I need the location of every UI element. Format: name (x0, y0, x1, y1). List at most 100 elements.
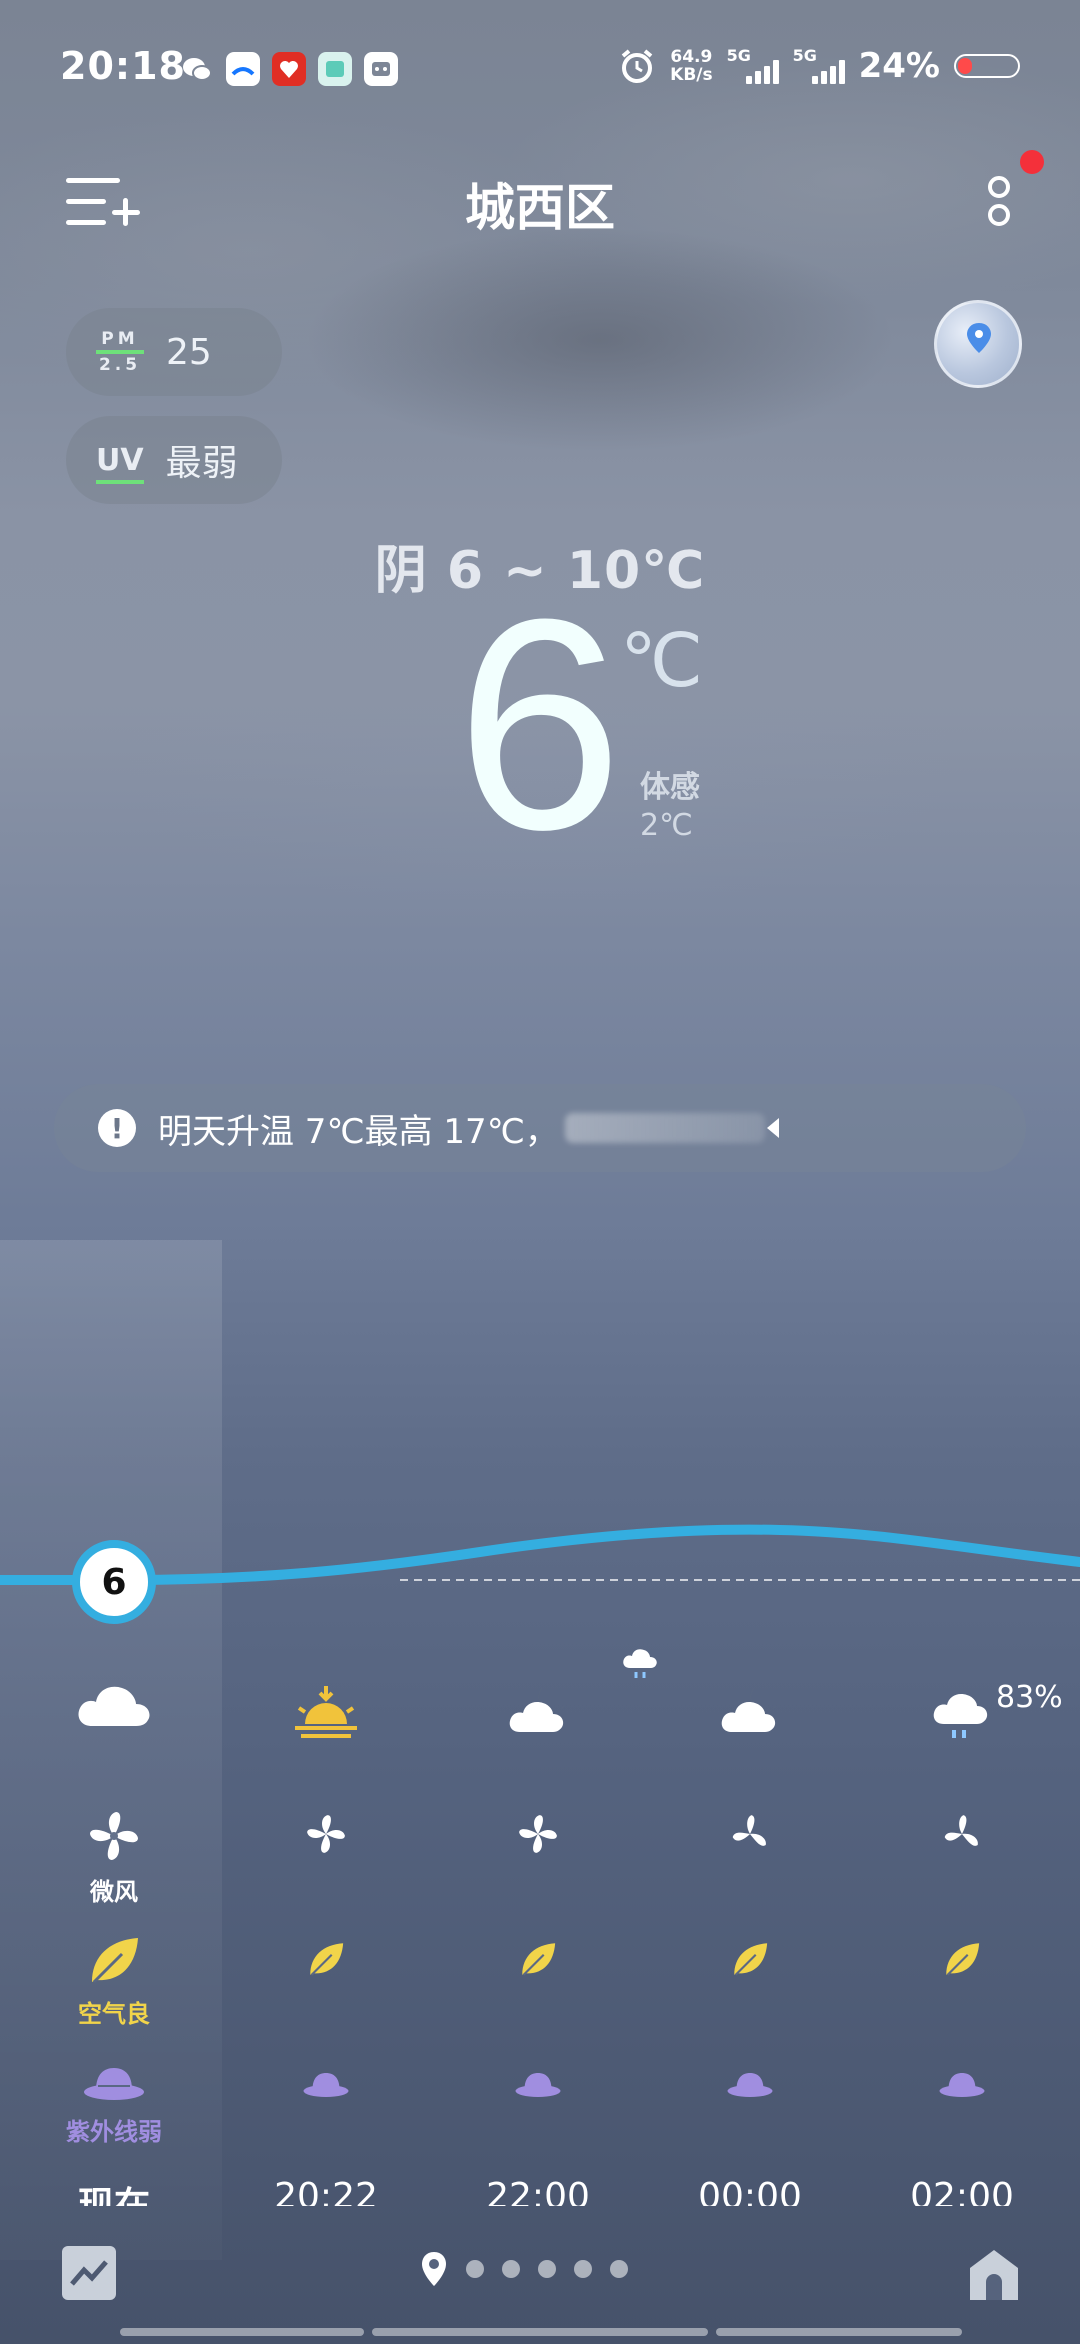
home-button[interactable] (964, 2246, 1024, 2302)
current-temperature: 6 (456, 556, 623, 892)
app-icon-teal (318, 52, 352, 86)
fan-wind-icon (90, 1812, 138, 1860)
hour-weather-2022 (236, 1684, 416, 1744)
more-dot-icon (988, 204, 1010, 226)
leaf-icon (734, 1943, 768, 1976)
alert-text-blurred (564, 1113, 765, 1143)
signal-sim2: 5G (793, 46, 845, 86)
wechat-icon (183, 58, 212, 81)
time-label: 00:00 (698, 2176, 802, 2206)
net-speed-unit: KB/s (670, 65, 713, 85)
home-icon (970, 2250, 1018, 2300)
city-title: 城西区 (465, 179, 615, 237)
uv-label: UV (96, 442, 144, 484)
wind-0200 (872, 1812, 1052, 1860)
wind-now: 微风 (24, 1808, 204, 1907)
pm25-label: PM 2.5 (96, 330, 144, 374)
page-dot[interactable] (502, 2260, 520, 2278)
uv-indicator-bar (96, 479, 144, 484)
hourly-time-row: 现在 20:22 22:00 00:00 02:00 (0, 2176, 1080, 2206)
time-label: 22:00 (486, 2176, 590, 2206)
app-icon-robot (364, 52, 398, 86)
temperature-curve (0, 1524, 1080, 1585)
battery-level (958, 58, 972, 74)
page-dot[interactable] (466, 2260, 484, 2278)
pm-label-bottom: 2.5 (98, 355, 142, 375)
gesture-bar (372, 2328, 708, 2336)
feels-like-label: 体感 (640, 770, 700, 805)
wind-2022 (236, 1812, 416, 1860)
signal-bars-icon (811, 60, 845, 84)
uv-chip[interactable]: UV 最弱 (66, 416, 282, 504)
page-dot[interactable] (538, 2260, 556, 2278)
hour-weather-now (24, 1672, 204, 1736)
sun-hat-icon (727, 2073, 773, 2097)
uv-now: 紫外线弱 (24, 2064, 204, 2147)
signal-bars-icon (745, 60, 779, 84)
leaf-icon (522, 1943, 556, 1976)
wind-0000 (660, 1812, 840, 1860)
pm-indicator-bar (96, 350, 144, 354)
battery-percent: 24% (858, 46, 940, 86)
time-label: 现在 (77, 2185, 150, 2206)
temperature-unit: ℃ (620, 619, 704, 702)
wind-2200 (448, 1812, 628, 1860)
weather-alert-banner[interactable]: ! 明天升温 7℃最高 17℃， (54, 1084, 1026, 1172)
air-quality-label: 空气良 (78, 2000, 150, 2028)
pm25-value: 25 (166, 331, 212, 373)
air-0200 (872, 1940, 1052, 1982)
gesture-bar (716, 2328, 962, 2336)
time-label: 02:00 (910, 2176, 1014, 2206)
location-pin-icon (967, 323, 991, 353)
curve-line (0, 1524, 1080, 1585)
map-button[interactable] (934, 300, 1022, 388)
status-bar: 20:18 64.9 KB/s 5G 5G 24% (0, 0, 1080, 140)
pinduoduo-icon (272, 52, 306, 86)
wind-label: 微风 (90, 1878, 138, 1906)
sun-hat-icon (84, 2068, 144, 2100)
leaf-icon (310, 1943, 344, 1976)
alert-text: 明天升温 7℃最高 17℃， (158, 1111, 559, 1152)
sun-hat-icon (515, 2073, 561, 2097)
air-2022 (236, 1940, 416, 1982)
page-indicator (420, 2250, 628, 2288)
page-dot[interactable] (610, 2260, 628, 2278)
uv-label-text: UV (96, 442, 144, 478)
bottom-bar (0, 2236, 1080, 2344)
rain-cloud-small-icon (623, 1649, 657, 1678)
sunset-icon (295, 1686, 357, 1738)
uv-hour-label: 紫外线弱 (66, 2118, 162, 2146)
air-0000 (660, 1940, 840, 1982)
uv-0200 (872, 2070, 1052, 2104)
fan-wind-icon (732, 1815, 766, 1846)
alipay-icon (226, 52, 260, 86)
leaf-icon (92, 1938, 138, 1984)
sun-hat-icon (939, 2073, 985, 2097)
trend-chart-button[interactable] (62, 2246, 116, 2300)
network-speed: 64.9 KB/s (670, 48, 712, 84)
cloudy-night-icon (721, 1688, 776, 1732)
gesture-bar (120, 2328, 364, 2336)
more-dot-icon (988, 176, 1010, 198)
alert-icon: ! (98, 1109, 136, 1147)
fan-wind-icon (519, 1815, 557, 1853)
more-options-button[interactable] (980, 172, 1020, 232)
page-dot[interactable] (574, 2260, 592, 2278)
pm25-chip[interactable]: PM 2.5 25 (66, 308, 282, 396)
humidity-value: 83% (996, 1680, 1063, 1715)
air-now: 空气良 (24, 1934, 204, 2029)
notification-badge (1020, 150, 1044, 174)
rain-cloud-icon (933, 1694, 988, 1738)
alarm-icon (621, 49, 653, 83)
clock: 20:18 (60, 44, 186, 88)
pm-label-top: PM (101, 329, 139, 349)
uv-0000 (660, 2070, 840, 2104)
net-speed-value: 64.9 (670, 47, 713, 67)
leaf-icon (946, 1943, 980, 1976)
cloudy-night-icon (509, 1688, 564, 1732)
uv-value: 最弱 (165, 443, 238, 484)
uv-2022 (236, 2070, 416, 2104)
play-triangle-icon (766, 1118, 779, 1138)
trend-chart-icon (70, 2260, 108, 2286)
hour-weather-rain-marker (612, 1644, 672, 1688)
